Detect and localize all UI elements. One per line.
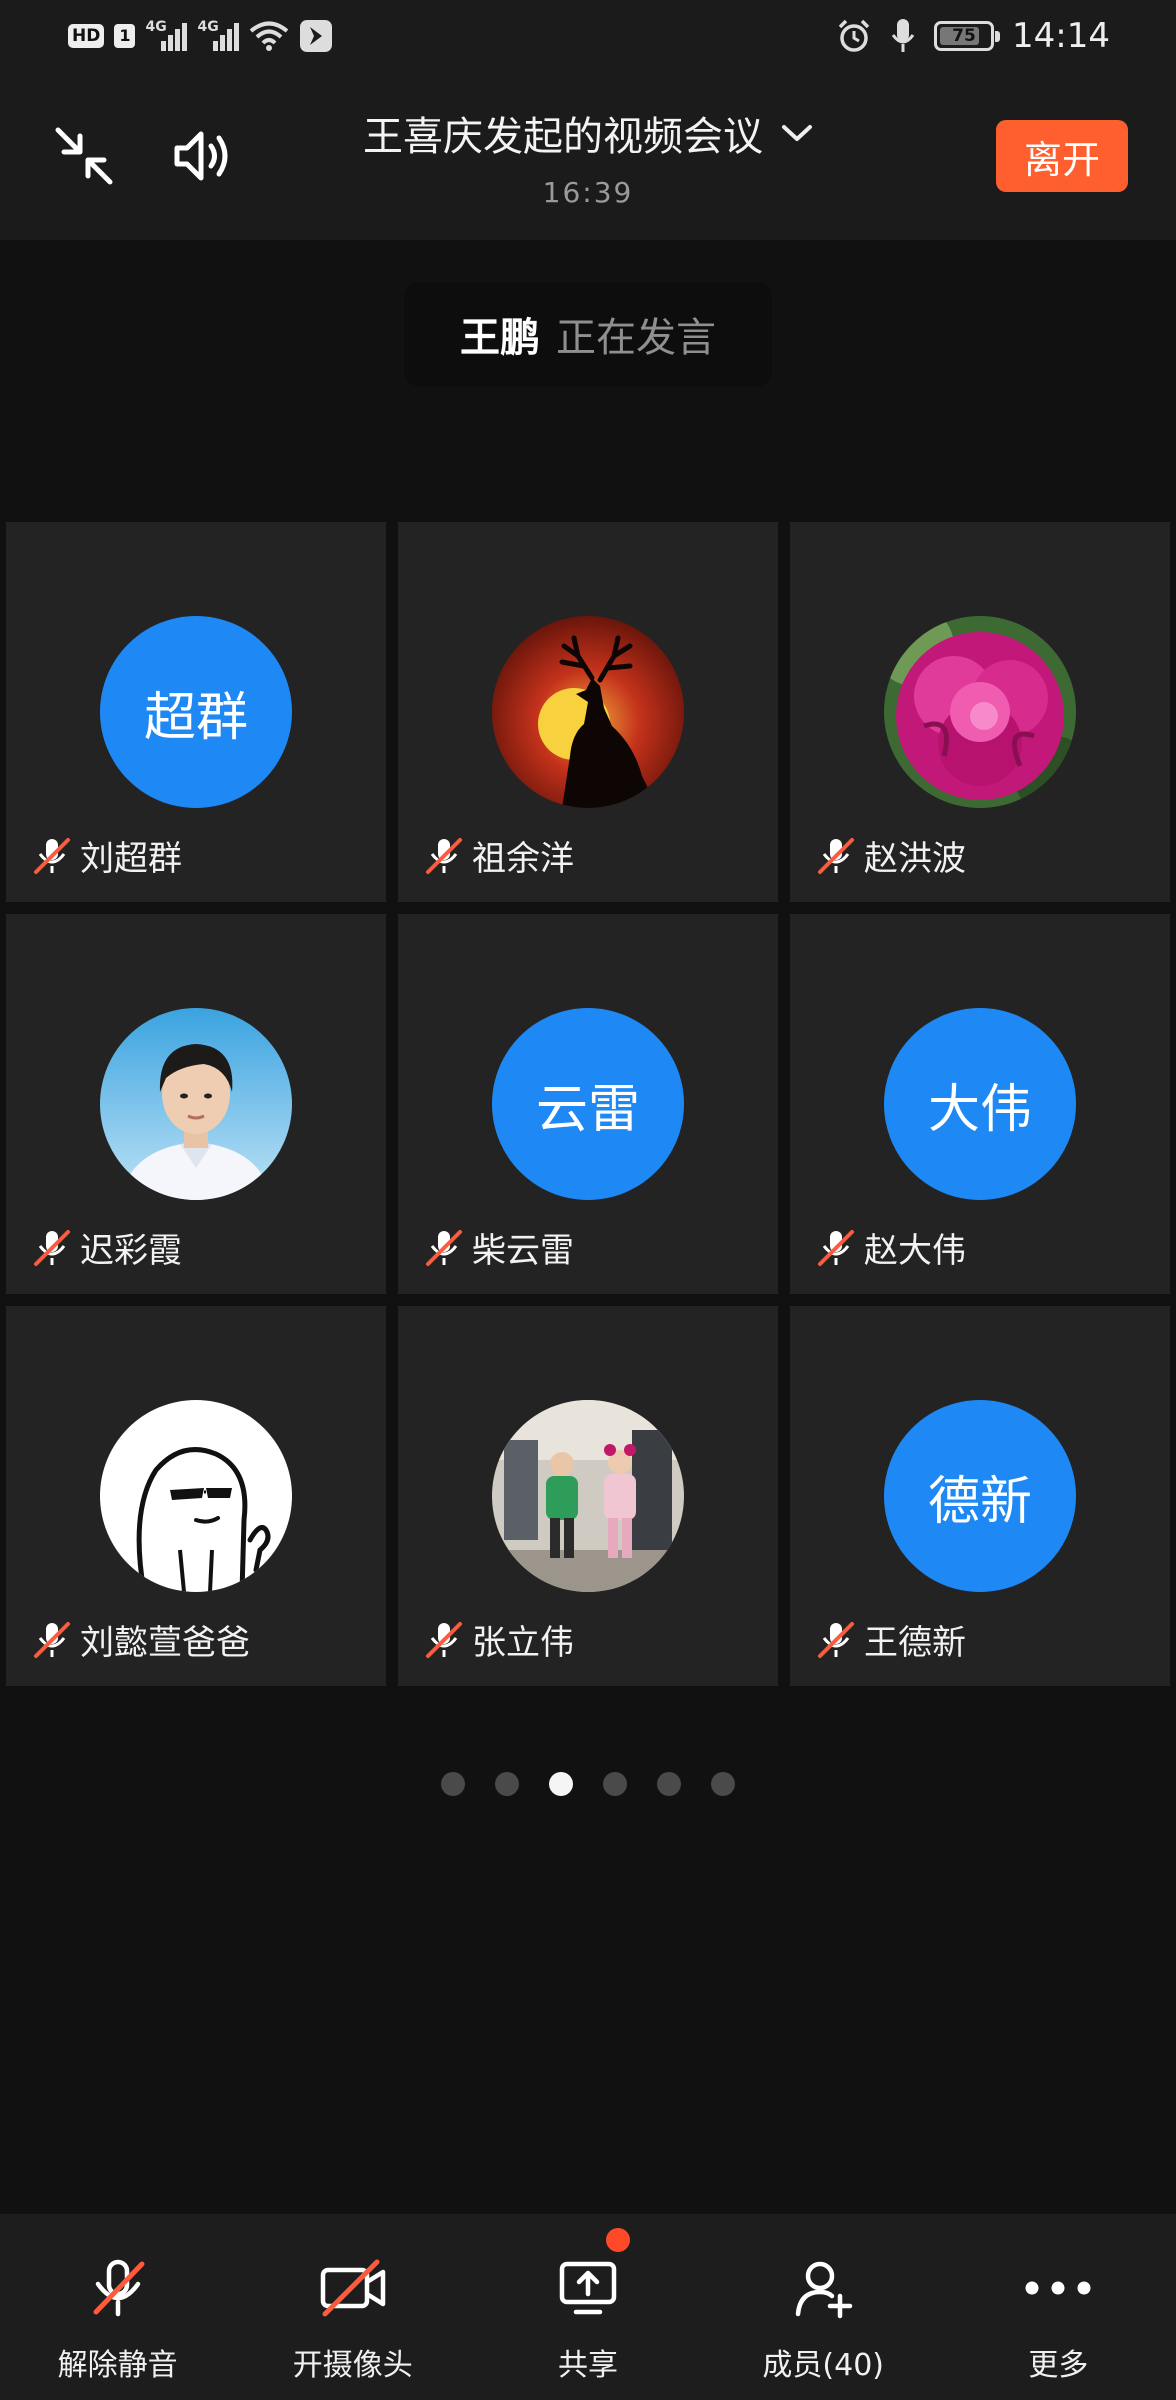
meeting-title: 王喜庆发起的视频会议 bbox=[363, 114, 763, 160]
microphone-muted-icon bbox=[34, 1621, 70, 1658]
microphone-muted-icon bbox=[34, 837, 70, 874]
camera-button[interactable]: 开摄像头 bbox=[235, 2214, 470, 2400]
microphone-muted-icon bbox=[34, 1229, 70, 1266]
sim-indicator: 1 bbox=[114, 24, 136, 48]
unmute-label: 解除静音 bbox=[57, 2348, 178, 2383]
avatar: 德新 bbox=[884, 1400, 1076, 1592]
participant-name: 王德新 bbox=[864, 1623, 966, 1663]
leave-button[interactable]: 离开 bbox=[996, 120, 1128, 192]
status-right: 75 14:14 bbox=[836, 12, 1110, 60]
share-screen-icon bbox=[559, 2261, 617, 2315]
page-indicator bbox=[0, 1772, 1176, 1796]
meeting-duration: 16:39 bbox=[542, 176, 634, 209]
participant-name: 柴云雷 bbox=[472, 1231, 574, 1271]
participant-tile[interactable]: 祖余洋 bbox=[398, 522, 778, 902]
microphone-muted-icon bbox=[93, 2259, 145, 2317]
participant-tile[interactable]: 超群 刘超群 bbox=[6, 522, 386, 902]
status-left: HD 1 4G 4G bbox=[68, 16, 333, 56]
participant-label: 张立伟 bbox=[424, 1615, 574, 1664]
speaker-name: 王鹏 bbox=[460, 315, 540, 361]
wifi-icon bbox=[250, 21, 289, 51]
speaker-volume-icon bbox=[174, 131, 228, 181]
participant-label: 赵大伟 bbox=[816, 1223, 966, 1272]
participant-grid: 超群 刘超群 祖余洋 赵洪波 迟彩霞 云雷 柴云雷 大伟 赵大伟 刘懿萱爸爸 张… bbox=[6, 522, 1170, 1686]
microphone-muted-icon bbox=[818, 1229, 854, 1266]
participant-tile[interactable]: 赵洪波 bbox=[790, 522, 1170, 902]
add-member-icon bbox=[795, 2261, 853, 2319]
hd-indicator: HD bbox=[68, 24, 105, 48]
speaking-banner: 王鹏 正在发言 bbox=[404, 282, 772, 386]
microphone-icon bbox=[891, 19, 915, 52]
cartoon-sunglasses-avatar bbox=[100, 1400, 292, 1592]
avatar: 大伟 bbox=[884, 1008, 1076, 1200]
minimize-button[interactable] bbox=[44, 116, 124, 196]
members-button[interactable]: 成员(40) bbox=[706, 2214, 941, 2400]
network-type: 4G bbox=[145, 19, 167, 35]
page-dot[interactable] bbox=[441, 1772, 465, 1796]
participant-label: 赵洪波 bbox=[816, 831, 966, 880]
participant-name: 张立伟 bbox=[472, 1623, 574, 1663]
share-button[interactable]: 共享 bbox=[470, 2214, 705, 2400]
participant-tile[interactable]: 德新 王德新 bbox=[790, 1306, 1170, 1686]
deer-sunset-avatar bbox=[492, 616, 684, 808]
page-dot[interactable] bbox=[603, 1772, 627, 1796]
participant-name: 赵大伟 bbox=[864, 1231, 966, 1271]
meeting-title-area[interactable]: 王喜庆发起的视频会议 16:39 bbox=[300, 104, 876, 209]
participant-tile[interactable]: 大伟 赵大伟 bbox=[790, 914, 1170, 1294]
avatar: 超群 bbox=[100, 616, 292, 808]
minimize-arrows-icon bbox=[55, 127, 113, 185]
microphone-muted-icon bbox=[426, 837, 462, 874]
meeting-header: 王喜庆发起的视频会议 16:39 离开 bbox=[0, 76, 1176, 240]
battery-level: 75 bbox=[952, 26, 976, 46]
avatar: 云雷 bbox=[492, 1008, 684, 1200]
signal-icon: 4G bbox=[197, 19, 240, 51]
participant-label: 刘超群 bbox=[32, 831, 182, 880]
page-dot[interactable] bbox=[711, 1772, 735, 1796]
network-type: 4G bbox=[197, 19, 219, 35]
status-time: 14:14 bbox=[1012, 16, 1110, 56]
peony-flower-avatar bbox=[884, 616, 1076, 808]
alarm-icon bbox=[838, 19, 870, 52]
status-bar: HD 1 4G 4G 75 14:14 bbox=[0, 0, 1176, 76]
battery-icon: 75 bbox=[934, 21, 1001, 51]
microphone-muted-icon bbox=[426, 1621, 462, 1658]
participant-name: 刘懿萱爸爸 bbox=[80, 1623, 250, 1663]
participant-label: 刘懿萱爸爸 bbox=[32, 1615, 250, 1664]
microphone-muted-icon bbox=[818, 1621, 854, 1658]
participant-tile[interactable]: 张立伟 bbox=[398, 1306, 778, 1686]
participant-name: 刘超群 bbox=[80, 839, 182, 879]
bottom-toolbar: 解除静音 开摄像头 共享 成员(40) 更多 bbox=[0, 2214, 1176, 2400]
chevron-down-icon bbox=[782, 125, 812, 141]
page-dot-active[interactable] bbox=[549, 1772, 573, 1796]
participant-tile[interactable]: 迟彩霞 bbox=[6, 914, 386, 1294]
participant-tile[interactable]: 刘懿萱爸爸 bbox=[6, 1306, 386, 1686]
members-label: 成员(40) bbox=[762, 2348, 884, 2383]
participant-label: 柴云雷 bbox=[424, 1223, 574, 1272]
page-dot[interactable] bbox=[657, 1772, 681, 1796]
speaker-button[interactable] bbox=[164, 116, 244, 196]
participant-label: 王德新 bbox=[816, 1615, 966, 1664]
participant-name: 赵洪波 bbox=[864, 839, 966, 879]
children-photo-avatar bbox=[492, 1400, 684, 1592]
camera-off-icon bbox=[320, 2259, 386, 2317]
more-label: 更多 bbox=[1028, 2348, 1089, 2383]
app-notification-icon bbox=[300, 20, 333, 52]
participant-name: 迟彩霞 bbox=[80, 1231, 182, 1271]
participant-name: 祖余洋 bbox=[472, 839, 574, 879]
share-label: 共享 bbox=[558, 2348, 618, 2383]
camera-label: 开摄像头 bbox=[292, 2348, 413, 2383]
microphone-muted-icon bbox=[426, 1229, 462, 1266]
participant-label: 祖余洋 bbox=[424, 831, 574, 880]
page-dot[interactable] bbox=[495, 1772, 519, 1796]
signal-icon: 4G bbox=[145, 19, 188, 51]
portrait-avatar bbox=[100, 1008, 292, 1200]
participant-tile[interactable]: 云雷 柴云雷 bbox=[398, 914, 778, 1294]
more-button[interactable]: 更多 bbox=[941, 2214, 1176, 2400]
unmute-button[interactable]: 解除静音 bbox=[0, 2214, 235, 2400]
microphone-muted-icon bbox=[818, 837, 854, 874]
more-dots-icon bbox=[1025, 2281, 1091, 2295]
participant-label: 迟彩霞 bbox=[32, 1223, 182, 1272]
speaker-status: 正在发言 bbox=[556, 315, 716, 361]
